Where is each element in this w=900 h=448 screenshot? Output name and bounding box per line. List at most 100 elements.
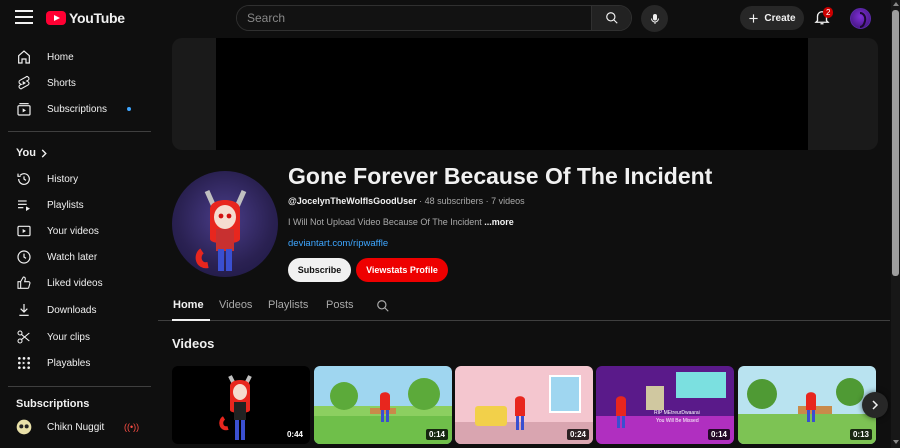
video-thumbnail[interactable]: 0:24 — [455, 366, 593, 444]
sidebar-item-label: Watch later — [47, 251, 98, 263]
subscribe-button[interactable]: Subscribe — [288, 258, 351, 282]
channel-meta: @JocelynTheWolfIsGoodUser · 48 subscribe… — [288, 196, 525, 206]
scissors-icon — [17, 330, 30, 344]
playables-icon — [18, 357, 30, 369]
sidebar-subscription-item[interactable]: Chikn Nuggit ((•)) — [0, 414, 150, 440]
video-thumbnail[interactable]: 0:13 — [738, 366, 876, 444]
youtube-play-icon — [46, 11, 66, 25]
thumbs-up-icon — [17, 276, 31, 289]
channel-title: Gone Forever Because Of The Incident — [288, 163, 713, 189]
notification-badge: 2 — [823, 7, 834, 18]
subscriptions-icon — [17, 103, 31, 116]
tab-home[interactable]: Home — [173, 299, 204, 311]
notifications-button[interactable]: 2 — [813, 7, 834, 28]
sidebar-item-label: History — [47, 173, 79, 185]
tab-posts[interactable]: Posts — [326, 299, 354, 311]
tab-playlists[interactable]: Playlists — [268, 299, 308, 311]
avatar-image — [859, 12, 867, 28]
active-tab-indicator — [172, 319, 210, 321]
viewstats-profile-button[interactable]: Viewstats Profile — [356, 258, 448, 282]
search-bar — [236, 5, 632, 31]
account-avatar[interactable] — [850, 8, 871, 29]
shorts-icon — [18, 75, 30, 90]
create-label: Create — [764, 12, 796, 24]
video-thumbnail[interactable]: 0:44 — [172, 366, 310, 444]
carousel-next-button[interactable] — [862, 392, 888, 418]
sidebar: Home Shorts Subscriptions You History Pl… — [0, 44, 152, 448]
channel-handle: @JocelynTheWolfIsGoodUser — [288, 196, 417, 206]
channel-avatar-image — [195, 189, 247, 271]
channel-description[interactable]: I Will Not Upload Video Because Of The I… — [288, 217, 514, 227]
scroll-up-arrow[interactable] — [893, 2, 899, 6]
search-icon — [605, 12, 618, 24]
sidebar-item-liked-videos[interactable]: Liked videos — [0, 270, 150, 296]
sidebar-item-label: Subscriptions — [47, 103, 108, 115]
top-bar: YouTube Create 2 — [0, 0, 900, 36]
page-scrollbar[interactable] — [891, 0, 900, 448]
channel-search-icon[interactable] — [376, 299, 390, 313]
sidebar-item-label: Shorts — [47, 77, 76, 89]
sidebar-item-label: Playlists — [47, 199, 84, 211]
video-duration: 0:24 — [566, 429, 589, 440]
more-link[interactable]: ...more — [484, 217, 514, 227]
sidebar-item-label: Your clips — [47, 331, 90, 343]
sidebar-item-shorts[interactable]: Shorts — [0, 70, 150, 96]
channel-tabs: Home Videos Playlists Posts — [158, 290, 890, 321]
video-duration: 0:44 — [283, 429, 306, 440]
search-input[interactable] — [237, 6, 591, 30]
thumbnail-overlay-text: RIP MEtreurDwaarai — [654, 410, 700, 416]
microphone-icon — [650, 13, 659, 24]
you-heading: You — [16, 147, 36, 159]
sidebar-divider — [8, 131, 151, 132]
sidebar-item-label: Chikn Nuggit — [47, 421, 105, 433]
home-icon — [18, 50, 30, 64]
sidebar-item-playables[interactable]: Playables — [0, 350, 150, 376]
videos-section-title: Videos — [172, 336, 215, 351]
video-duration: 0:13 — [849, 429, 872, 440]
sidebar-item-history[interactable]: History — [0, 166, 150, 192]
video-duration: 0:14 — [425, 429, 448, 440]
scrollbar-thumb[interactable] — [892, 10, 899, 276]
scroll-down-arrow[interactable] — [893, 440, 899, 444]
sidebar-item-watch-later[interactable]: Watch later — [0, 244, 150, 270]
youtube-logo[interactable]: YouTube — [46, 10, 125, 26]
tab-videos[interactable]: Videos — [219, 299, 252, 311]
new-content-dot — [127, 107, 131, 111]
search-button[interactable] — [591, 6, 631, 30]
logo-text: YouTube — [69, 10, 125, 26]
video-thumbnail[interactable]: 0:14 — [314, 366, 452, 444]
create-button[interactable]: Create — [740, 6, 804, 30]
channel-external-link[interactable]: deviantart.com/ripwaffle — [288, 238, 388, 249]
sidebar-item-playlists[interactable]: Playlists — [0, 192, 150, 218]
video-thumbnail[interactable]: RIP MEtreurDwaarai You Will Be Missed 0:… — [596, 366, 734, 444]
sidebar-item-subscriptions[interactable]: Subscriptions — [0, 96, 150, 122]
sidebar-divider — [8, 386, 151, 387]
sidebar-item-label: Your videos — [47, 225, 99, 237]
sidebar-you-heading[interactable]: You — [0, 140, 150, 166]
channel-banner — [172, 38, 878, 150]
playlists-icon — [18, 200, 30, 211]
chevron-right-icon — [872, 400, 879, 410]
live-icon: ((•)) — [124, 422, 140, 432]
banner-image — [216, 38, 808, 150]
sidebar-item-home[interactable]: Home — [0, 44, 150, 70]
sidebar-item-label: Liked videos — [47, 277, 103, 289]
menu-icon[interactable] — [15, 10, 33, 26]
description-text: I Will Not Upload Video Because Of The I… — [288, 217, 485, 227]
chevron-right-icon — [41, 149, 47, 158]
channel-stats: · 48 subscribers · 7 videos — [416, 196, 525, 206]
video-duration: 0:14 — [707, 429, 730, 440]
sidebar-item-your-clips[interactable]: Your clips — [0, 324, 150, 350]
thumbnail-overlay-text: You Will Be Missed — [656, 418, 699, 424]
sidebar-item-your-videos[interactable]: Your videos — [0, 218, 150, 244]
your-videos-icon — [17, 225, 31, 237]
subscriptions-heading: Subscriptions — [16, 398, 90, 410]
voice-search-button[interactable] — [641, 5, 668, 32]
sidebar-item-label: Home — [47, 51, 74, 63]
history-icon — [17, 173, 30, 185]
channel-avatar-icon — [16, 419, 32, 435]
sidebar-item-downloads[interactable]: Downloads — [0, 297, 150, 323]
sidebar-item-label: Downloads — [47, 304, 97, 316]
download-icon — [19, 304, 29, 316]
channel-avatar[interactable] — [172, 171, 278, 277]
